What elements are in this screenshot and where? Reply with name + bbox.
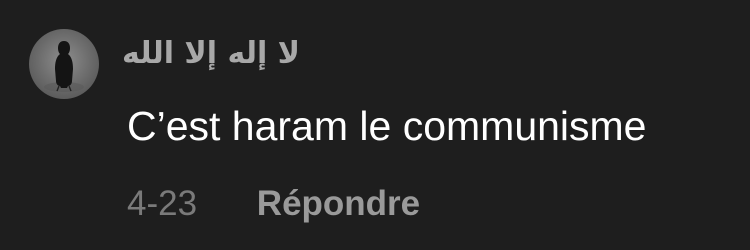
username[interactable]: لا إله إلا الله <box>122 34 300 74</box>
reply-button[interactable]: Répondre <box>257 182 420 226</box>
comment-meta: 4-23 Répondre <box>127 182 420 226</box>
avatar[interactable] <box>29 29 99 99</box>
comment-text: C’est haram le communisme <box>127 103 647 149</box>
user-avatar-figure-icon <box>44 41 84 92</box>
comment-date: 4-23 <box>127 184 198 223</box>
comment-item: لا إله إلا الله C’est haram le communism… <box>0 0 750 250</box>
